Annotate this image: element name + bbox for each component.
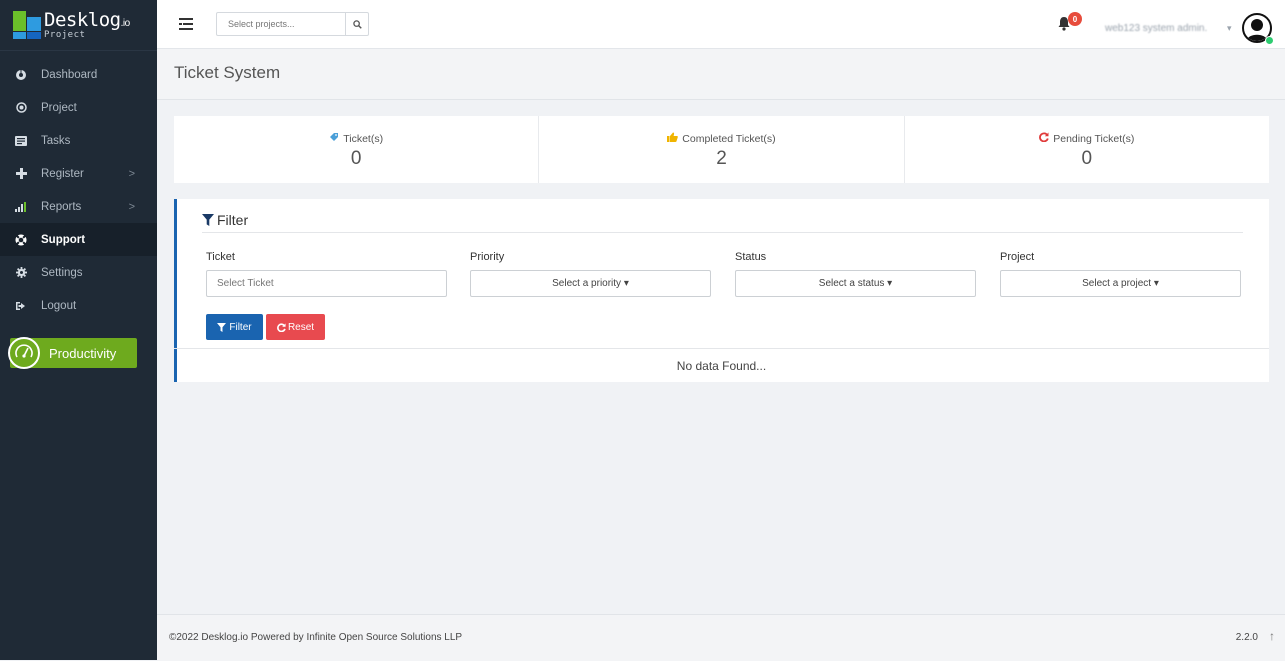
refresh-icon	[277, 322, 286, 332]
filter-header: Filter	[202, 212, 1243, 233]
sidebar-item-settings[interactable]: Settings	[0, 256, 157, 289]
sidebar-item-label: Register	[41, 167, 84, 180]
filter-title: Filter	[217, 212, 249, 228]
sidebar-item-logout[interactable]: Logout	[0, 289, 157, 322]
sidebar-item-support[interactable]: Support	[0, 223, 157, 256]
footer: ©2022 Desklog.io Powered by Infinite Ope…	[157, 614, 1285, 661]
priority-select[interactable]: Select a priority ▾	[470, 270, 711, 297]
sidebar-item-label: Project	[41, 101, 77, 114]
chevron-down-icon[interactable]: ▾	[1227, 23, 1232, 34]
page-header: Ticket System	[157, 49, 1285, 100]
ticket-input[interactable]	[206, 270, 447, 297]
brand-name: Desklog.io	[44, 8, 130, 31]
sidebar-item-label: Settings	[41, 266, 83, 279]
priority-field: Priority Select a priority ▾	[470, 251, 711, 297]
priority-label: Priority	[470, 251, 505, 263]
status-label: Status	[735, 251, 767, 263]
stat-label: Ticket(s)	[343, 132, 384, 145]
speedometer-icon	[8, 337, 40, 369]
empty-state-message: No data Found...	[174, 348, 1269, 382]
stat-tickets: Ticket(s) 0	[174, 116, 540, 183]
project-select[interactable]: Select a project ▾	[1000, 270, 1241, 297]
sidebar-item-label: Dashboard	[41, 68, 98, 81]
user-name[interactable]: web123 system admin.	[1105, 23, 1207, 34]
reset-button-label: Reset	[287, 321, 315, 333]
refresh-icon	[1039, 132, 1049, 145]
status-select[interactable]: Select a status ▾	[735, 270, 976, 297]
ticket-label: Ticket	[206, 251, 235, 263]
version-text: 2.2.0	[1235, 632, 1258, 643]
filter-icon	[202, 214, 214, 226]
sidebar-nav: Dashboard Project Tasks Register > Repor…	[0, 51, 157, 322]
support-icon	[15, 234, 27, 246]
plus-icon	[15, 168, 27, 180]
sidebar-item-register[interactable]: Register >	[0, 157, 157, 190]
project-field: Project Select a project ▾	[1000, 251, 1241, 297]
brand-subtitle: Project	[44, 29, 86, 40]
productivity-label: Productivity	[49, 345, 117, 361]
top-bar: 0 web123 system admin. ▾	[157, 0, 1285, 49]
chevron-right-icon: >	[128, 167, 135, 180]
tasks-icon	[15, 135, 27, 147]
sidebar-item-label: Support	[41, 233, 86, 246]
menu-toggle-icon[interactable]	[179, 18, 193, 30]
filter-button[interactable]: Filter	[206, 314, 263, 340]
search-icon	[352, 19, 362, 29]
stat-value: 0	[350, 148, 362, 169]
filter-panel: Filter Ticket Priority Select a priority…	[174, 199, 1269, 382]
notification-badge: 0	[1068, 12, 1082, 26]
project-search-input[interactable]	[217, 13, 346, 35]
stat-label: Completed Ticket(s)	[682, 132, 776, 145]
tag-icon	[329, 132, 339, 145]
sidebar-item-project[interactable]: Project	[0, 91, 157, 124]
brand-logo[interactable]: Desklog.io Project	[0, 0, 157, 51]
project-search	[216, 12, 369, 36]
stat-value: 0	[1081, 148, 1093, 169]
stat-completed-tickets: Completed Ticket(s) 2	[539, 116, 905, 183]
stat-pending-tickets: Pending Ticket(s) 0	[905, 116, 1269, 183]
chevron-right-icon: >	[128, 200, 135, 213]
copyright-text: ©2022 Desklog.io Powered by Infinite Ope…	[169, 632, 463, 643]
thumbs-up-icon	[667, 132, 679, 145]
sidebar-item-label: Tasks	[41, 134, 71, 147]
gear-icon	[15, 267, 27, 279]
sidebar-item-dashboard[interactable]: Dashboard	[0, 58, 157, 91]
reset-button[interactable]: Reset	[266, 314, 325, 340]
project-icon	[15, 102, 27, 114]
dashboard-icon	[15, 69, 27, 81]
stat-label: Pending Ticket(s)	[1053, 132, 1135, 145]
sidebar: Desklog.io Project Dashboard Project Tas…	[0, 0, 157, 660]
sidebar-item-reports[interactable]: Reports >	[0, 190, 157, 223]
status-field: Status Select a status ▾	[735, 251, 976, 297]
filter-button-label: Filter	[229, 321, 252, 333]
search-button[interactable]	[345, 13, 368, 35]
logout-icon	[15, 300, 27, 312]
desklog-logo-icon	[13, 11, 41, 39]
stat-value: 2	[716, 148, 727, 169]
scroll-to-top-icon[interactable]: ↑	[1269, 629, 1275, 643]
page-title: Ticket System	[174, 63, 281, 82]
bar-chart-icon	[15, 201, 27, 213]
sidebar-item-label: Logout	[41, 299, 77, 312]
sidebar-item-label: Reports	[41, 200, 82, 213]
online-status-dot	[1265, 36, 1274, 45]
filter-icon	[217, 322, 227, 332]
ticket-field: Ticket	[206, 251, 447, 297]
ticket-stats: Ticket(s) 0 Completed Ticket(s) 2 Pendin…	[174, 116, 1269, 183]
project-label: Project	[1000, 251, 1035, 263]
productivity-button[interactable]: Productivity	[8, 337, 137, 369]
sidebar-item-tasks[interactable]: Tasks	[0, 124, 157, 157]
